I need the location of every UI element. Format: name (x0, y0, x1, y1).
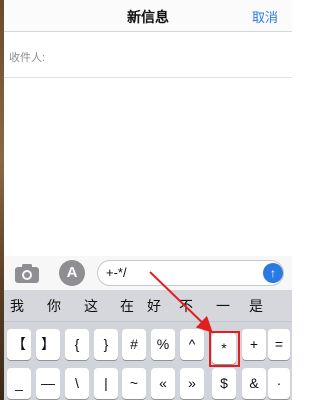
recipient-label: 收件人: (9, 52, 46, 64)
key[interactable]: % (151, 329, 175, 360)
send-button[interactable]: ↑ (263, 263, 283, 283)
key[interactable]: + (242, 329, 266, 360)
cancel-button[interactable]: 取消 (252, 7, 278, 26)
candidate-word[interactable]: 你 (47, 296, 61, 316)
navigation-bar: 新信息 取消 (4, 0, 292, 32)
key[interactable]: « (151, 368, 175, 399)
key[interactable]: 【 (7, 329, 31, 360)
key[interactable]: $ (212, 368, 236, 399)
message-text: +-*/ (106, 265, 127, 280)
key[interactable]: & (242, 368, 266, 399)
candidate-bar: 我 你 这 在 好 不 一 是 (4, 290, 292, 322)
key[interactable]: · (268, 368, 290, 399)
page-title: 新信息 (127, 9, 169, 25)
candidate-word[interactable]: 不 (179, 296, 193, 316)
app-store-icon[interactable]: A (59, 260, 85, 286)
candidate-word[interactable]: 是 (249, 296, 263, 316)
key[interactable]: \ (65, 368, 89, 399)
key[interactable]: { (65, 329, 89, 360)
camera-icon[interactable] (14, 262, 40, 284)
key[interactable]: } (94, 329, 118, 360)
highlight-box (209, 331, 240, 367)
key[interactable]: ^ (180, 329, 204, 360)
key[interactable]: 】 (36, 329, 60, 360)
keyboard: 【 】 { } # % ^ * + = _ — \ | ~ « » $ & · (4, 322, 292, 400)
key[interactable]: » (180, 368, 204, 399)
message-thread-area (4, 78, 292, 256)
key[interactable]: _ (7, 368, 31, 399)
key[interactable]: | (94, 368, 118, 399)
key[interactable]: — (36, 368, 60, 399)
message-input[interactable]: +-*/ ↑ (97, 260, 284, 286)
key[interactable]: ~ (122, 368, 146, 399)
key[interactable]: = (268, 329, 290, 360)
key[interactable]: # (122, 329, 146, 360)
candidate-word[interactable]: 在 (120, 296, 134, 316)
candidate-word[interactable]: 这 (84, 296, 98, 316)
candidate-word[interactable]: 一 (216, 296, 230, 316)
candidate-word[interactable]: 我 (10, 296, 24, 316)
recipient-field[interactable]: 收件人: (4, 32, 292, 78)
message-composer: A +-*/ ↑ (4, 256, 292, 290)
candidate-word[interactable]: 好 (147, 296, 161, 316)
